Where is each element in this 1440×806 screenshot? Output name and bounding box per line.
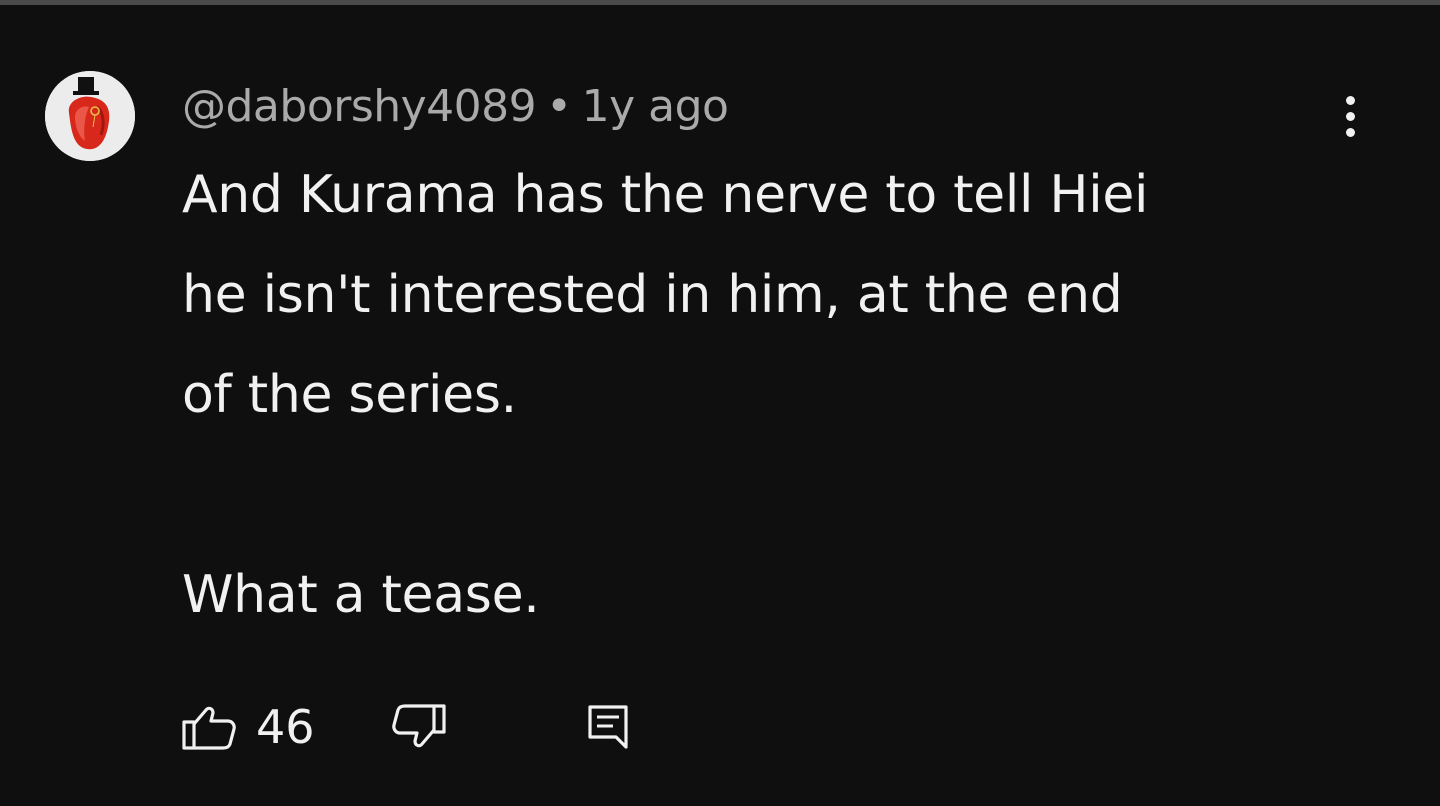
comment-meta: @daborshy4089 • 1y ago (182, 76, 729, 136)
like-count: 46 (256, 700, 315, 754)
comment-line: What a tease. (182, 565, 540, 625)
more-vertical-icon-dot (1345, 111, 1355, 121)
more-options-button[interactable] (1322, 86, 1378, 146)
comment-blank-line (182, 445, 1362, 545)
avatar-image (45, 71, 135, 161)
comment-timestamp: 1y ago (581, 80, 729, 132)
more-vertical-icon-dot (1345, 127, 1355, 137)
dislike-button[interactable] (388, 692, 450, 762)
top-divider (0, 0, 1440, 5)
reply-comment-icon (588, 705, 628, 749)
thumb-up-icon (182, 706, 236, 750)
more-vertical-icon (1345, 95, 1355, 105)
avatar[interactable] (45, 71, 135, 161)
thumb-down-icon (392, 704, 446, 748)
comment-line: And Kurama has the nerve to tell Hiei (182, 165, 1149, 225)
comment-line: he isn't interested in him, at the end (182, 265, 1123, 325)
reply-button[interactable] (580, 692, 636, 762)
comment-actions: 46 (180, 692, 660, 762)
author-handle[interactable]: @daborshy4089 (182, 81, 537, 132)
like-button[interactable]: 46 (180, 692, 315, 762)
meta-separator: • (546, 80, 572, 132)
comment-body: And Kurama has the nerve to tell Hiei he… (182, 145, 1362, 645)
comment-line: of the series. (182, 365, 517, 425)
